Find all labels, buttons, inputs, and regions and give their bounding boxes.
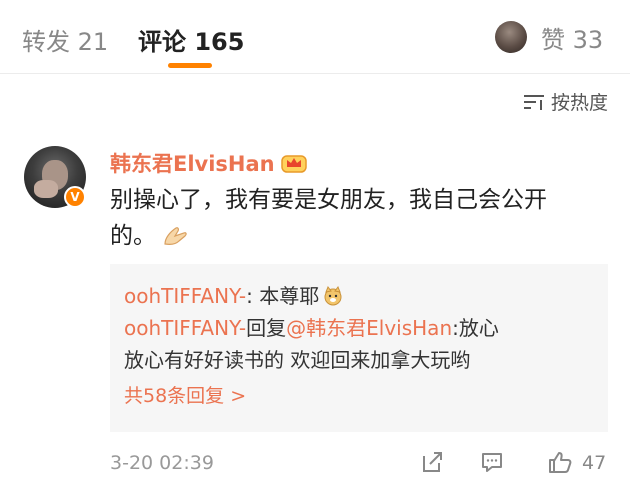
commenter-name[interactable]: 韩东君ElvisHan bbox=[110, 148, 307, 178]
reply-user[interactable]: oohTIFFANY- bbox=[124, 316, 246, 340]
reply-mention[interactable]: @韩东君ElvisHan bbox=[286, 316, 452, 340]
sort-lines-icon bbox=[523, 94, 544, 110]
reply-user[interactable]: oohTIFFANY- bbox=[124, 284, 246, 308]
view-all-replies-link[interactable]: 共58条回复 > bbox=[124, 382, 594, 410]
tab-bar: 转发 21 评论 165 赞 33 bbox=[0, 0, 630, 74]
reply-item: oohTIFFANY-: 本尊耶 bbox=[124, 280, 594, 312]
like-count: 47 bbox=[582, 452, 607, 474]
active-tab-indicator bbox=[168, 63, 212, 68]
reply-item-continued: 放心有好好读书的 欢迎回来加拿大玩哟 bbox=[124, 348, 471, 372]
likes-label: 赞 33 bbox=[541, 25, 604, 54]
comment-icon[interactable] bbox=[480, 450, 504, 474]
replies-box[interactable]: oohTIFFANY-: 本尊耶 oohTIFFANY-回复@韩东君ElvisH… bbox=[110, 264, 608, 432]
comment-body: 别操心了，我有要是女朋友，我自己会公开 的。 bbox=[110, 187, 547, 249]
sort-label: 按热度 bbox=[550, 92, 608, 114]
clasped-hands-emoji-icon bbox=[164, 227, 187, 245]
crown-badge-icon bbox=[280, 155, 307, 173]
verified-badge-icon: V bbox=[64, 186, 86, 208]
doge-emoji-icon bbox=[324, 286, 342, 306]
tab-repost[interactable]: 转发 21 bbox=[22, 22, 108, 57]
commenter-avatar[interactable]: V bbox=[24, 146, 86, 208]
tab-likes[interactable]: 赞 33 bbox=[495, 20, 603, 54]
sort-by-hot-button[interactable]: 按热度 bbox=[523, 88, 608, 115]
comment-timestamp: 3-20 02:39 bbox=[110, 452, 214, 474]
comment-footer: 3-20 02:39 47 bbox=[110, 448, 608, 478]
tab-comment[interactable]: 评论 165 bbox=[138, 22, 244, 57]
share-icon[interactable] bbox=[420, 450, 444, 474]
liker-avatar bbox=[495, 21, 527, 53]
thumbs-up-icon[interactable] bbox=[548, 450, 572, 474]
reply-item: oohTIFFANY-回复@韩东君ElvisHan:放心 bbox=[124, 316, 499, 340]
